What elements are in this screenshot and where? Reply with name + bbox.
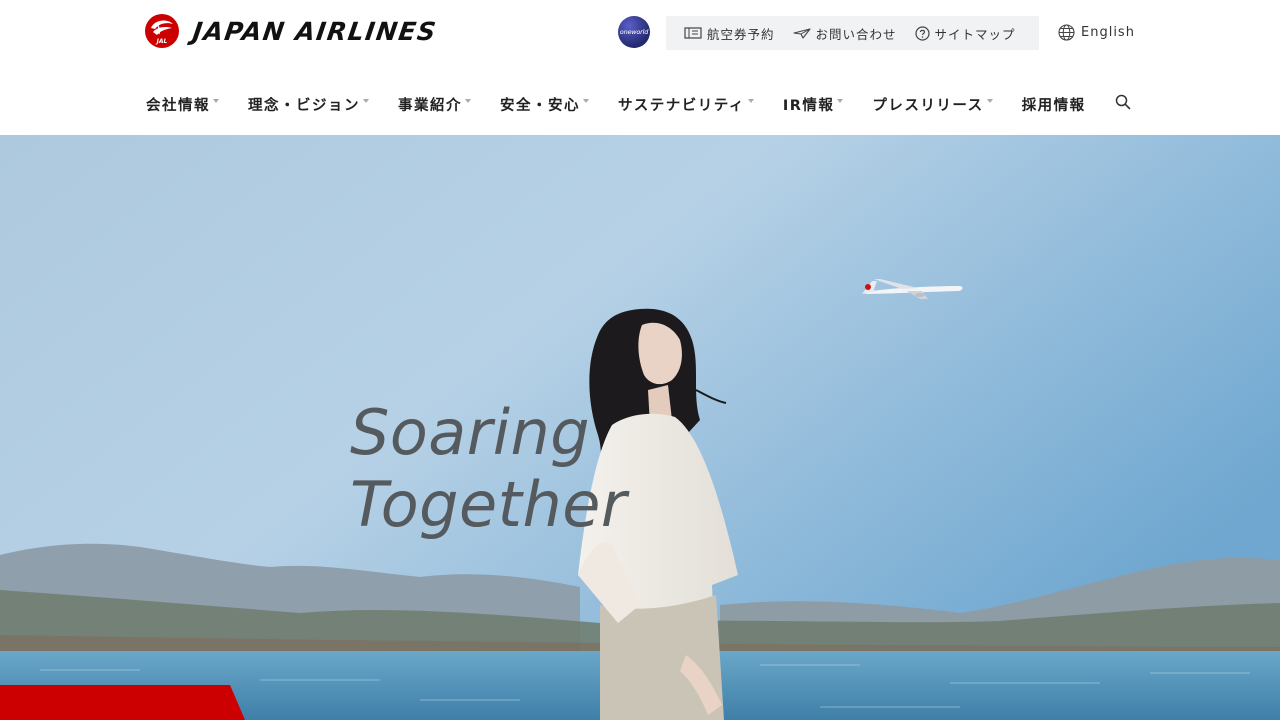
- language-label: English: [1081, 25, 1135, 40]
- chevron-down-icon: [986, 98, 993, 103]
- chevron-down-icon: [747, 98, 754, 103]
- nav-item-ir[interactable]: IR情報: [783, 94, 844, 115]
- language-switch-english[interactable]: English: [1058, 24, 1135, 41]
- nav-item-label: 事業紹介: [398, 98, 462, 114]
- hero-tagline: Soaring Together: [350, 397, 627, 541]
- chevron-down-icon: [363, 98, 369, 103]
- search-icon: [1115, 94, 1131, 110]
- hero-background: [0, 135, 1280, 720]
- utility-contact[interactable]: お問い合わせ: [792, 24, 897, 43]
- nav-item-business[interactable]: 事業紹介: [398, 94, 471, 115]
- nav-item-careers[interactable]: 採用情報: [1022, 94, 1086, 115]
- jal-logo-link[interactable]: JAL JAPAN AIRLINES: [145, 14, 439, 48]
- red-accent-tab: [0, 685, 245, 720]
- utility-flight-booking[interactable]: 航空券予約: [684, 24, 775, 43]
- hero-visual[interactable]: Soaring Together: [0, 135, 1280, 720]
- utility-flight-booking-label: 航空券予約: [707, 26, 775, 42]
- question-circle-icon: [914, 25, 930, 41]
- nav-item-label: 採用情報: [1021, 98, 1086, 114]
- nav-item-label: サステナビリティ: [618, 98, 745, 114]
- chevron-down-icon: [583, 98, 589, 103]
- nav-item-label: 会社情報: [146, 98, 210, 114]
- oneworld-label: oneworld: [619, 28, 649, 36]
- oneworld-badge[interactable]: oneworld: [618, 16, 650, 48]
- paper-plane-icon: [792, 28, 811, 39]
- nav-item-label: 安全・安心: [500, 98, 580, 114]
- utility-sitemap[interactable]: サイトマップ: [914, 24, 1016, 43]
- nav-item-philosophy-vision[interactable]: 理念・ビジョン: [248, 94, 369, 115]
- globe-icon: [1058, 24, 1075, 41]
- nav-item-press-release[interactable]: プレスリリース: [872, 94, 993, 115]
- utility-bar: 航空券予約 お問い合わせ サイトマップ: [666, 16, 1039, 50]
- search-button[interactable]: [1115, 94, 1131, 114]
- tagline-line-1: Soaring: [350, 396, 591, 469]
- brand-name: JAPAN AIRLINES: [190, 16, 439, 46]
- tagline-line-2: Together: [350, 468, 627, 541]
- nav-item-label: IR情報: [782, 98, 835, 114]
- nav-item-label: プレスリリース: [872, 98, 984, 114]
- nav-item-sustainability[interactable]: サステナビリティ: [618, 94, 754, 115]
- jal-logo-label: JAL: [156, 38, 168, 45]
- chevron-down-icon: [465, 98, 471, 103]
- nav-item-company-info[interactable]: 会社情報: [146, 94, 219, 115]
- site-header: JAL JAPAN AIRLINES oneworld 航空券予約 お問い合わせ: [0, 0, 1280, 135]
- nav-item-safety[interactable]: 安全・安心: [500, 94, 589, 115]
- utility-contact-label: お問い合わせ: [815, 26, 897, 42]
- chevron-down-icon: [213, 98, 219, 103]
- tsurumaru-crane-icon: JAL: [145, 14, 179, 48]
- utility-sitemap-label: サイトマップ: [934, 26, 1016, 42]
- nav-item-label: 理念・ビジョン: [248, 98, 360, 114]
- main-nav: 会社情報 理念・ビジョン 事業紹介 安全・安心 サステナビリティ IR情報 プレ…: [146, 94, 1086, 115]
- chevron-down-icon: [837, 98, 844, 103]
- ticket-icon: [684, 27, 702, 39]
